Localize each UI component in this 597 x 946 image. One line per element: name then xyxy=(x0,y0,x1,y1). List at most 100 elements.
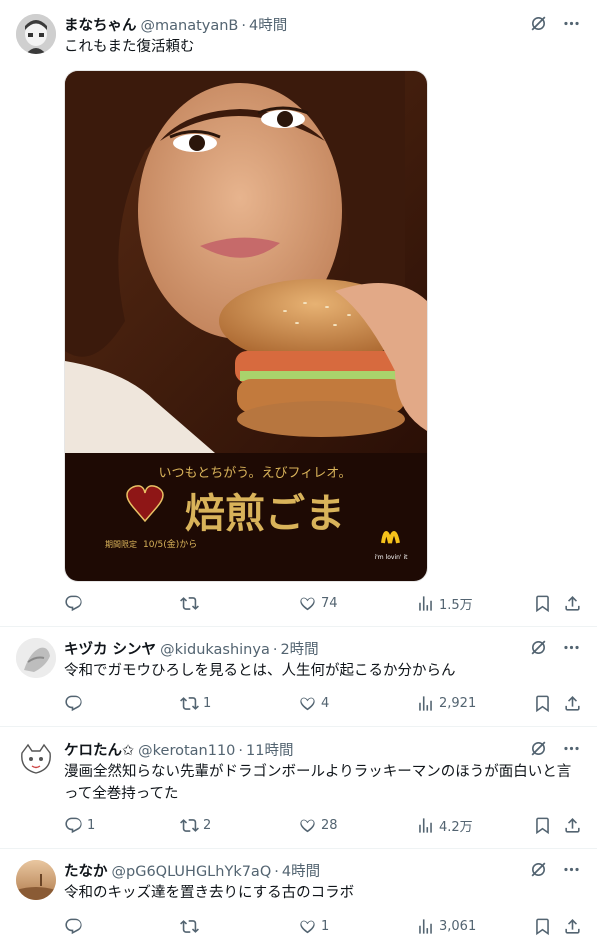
repost-count: 2 xyxy=(203,818,212,833)
like-button[interactable]: 1 xyxy=(298,917,329,936)
repost-button[interactable]: 2 xyxy=(180,816,211,835)
post-1[interactable]: まなちゃん @manatyanB · 4時間 これもまた復活頼む いつもとちがう… xyxy=(0,0,597,626)
post-media[interactable]: いつもとちがう。えびフィレオ。 焙煎ごま 期間限定 10/5(金)から i'm … xyxy=(64,70,428,582)
avatar-image-icon xyxy=(16,14,56,54)
bookmark-icon xyxy=(533,594,552,613)
views-button[interactable]: 3,061 xyxy=(416,917,476,936)
like-count: 1 xyxy=(321,919,330,934)
reply-icon xyxy=(64,594,83,613)
separator-dot: · xyxy=(274,864,279,880)
more-icon[interactable] xyxy=(562,14,581,33)
bookmark-icon xyxy=(533,816,552,835)
author-handle[interactable]: @kidukashinya xyxy=(160,642,270,658)
bookmark-icon xyxy=(533,917,552,936)
grok-icon[interactable] xyxy=(529,638,548,657)
author-name[interactable]: たなか xyxy=(64,860,108,881)
views-button[interactable]: 4.2万 xyxy=(416,816,473,835)
like-icon xyxy=(298,917,317,936)
author-name[interactable]: ケロたん✩ xyxy=(64,739,134,760)
bookmark-button[interactable] xyxy=(533,917,552,936)
repost-button[interactable] xyxy=(180,917,203,936)
bookmark-button[interactable] xyxy=(533,594,552,613)
reply-icon xyxy=(64,816,83,835)
promo-limited: 期間限定 xyxy=(105,539,137,549)
reply-button[interactable] xyxy=(64,917,87,936)
like-button[interactable]: 4 xyxy=(298,694,329,713)
view-count: 4.2万 xyxy=(439,820,473,835)
post-top-actions xyxy=(529,860,581,879)
view-count: 3,061 xyxy=(439,919,477,934)
reply-icon xyxy=(64,694,83,713)
views-icon xyxy=(416,594,435,613)
reply-button[interactable]: 1 xyxy=(64,816,95,835)
post-actions: 1 3,061 xyxy=(64,917,584,939)
views-icon xyxy=(416,816,435,835)
avatar-image-icon xyxy=(16,739,56,779)
promo-image: いつもとちがう。えびフィレオ。 焙煎ごま 期間限定 10/5(金)から i'm … xyxy=(65,71,427,581)
post-4[interactable]: たなか @pG6QLUHGLhYk7aQ · 4時間 令和のキッズ達を置き去りに… xyxy=(0,849,597,946)
post-time[interactable]: 11時間 xyxy=(246,739,293,760)
more-icon[interactable] xyxy=(562,860,581,879)
like-button[interactable]: 28 xyxy=(298,816,338,835)
promo-date: 10/5(金)から xyxy=(143,538,197,550)
avatar[interactable] xyxy=(16,638,56,678)
reply-count: 1 xyxy=(87,818,96,833)
repost-icon xyxy=(180,694,199,713)
post-text: 令和でガモウひろしを見るとは、人生何が起こるか分からん xyxy=(64,663,456,679)
post-header: まなちゃん @manatyanB · 4時間 xyxy=(64,14,287,34)
reply-button[interactable] xyxy=(64,694,87,713)
author-handle[interactable]: @pG6QLUHGLhYk7aQ xyxy=(112,864,272,880)
avatar[interactable] xyxy=(16,14,56,54)
share-icon xyxy=(563,694,582,713)
avatar[interactable] xyxy=(16,860,56,900)
grok-icon[interactable] xyxy=(529,14,548,33)
avatar-image-icon xyxy=(16,860,56,900)
reply-button[interactable] xyxy=(64,594,87,613)
like-icon xyxy=(298,816,317,835)
grok-icon[interactable] xyxy=(529,739,548,758)
separator-dot: · xyxy=(241,18,246,34)
share-button[interactable] xyxy=(563,594,582,613)
post-time[interactable]: 4時間 xyxy=(282,860,320,881)
share-icon xyxy=(563,816,582,835)
share-button[interactable] xyxy=(563,694,582,713)
post-time[interactable]: 4時間 xyxy=(249,14,287,35)
author-name[interactable]: キヅカ シンヤ xyxy=(64,638,156,659)
avatar[interactable] xyxy=(16,739,56,779)
author-name[interactable]: まなちゃん xyxy=(64,14,137,35)
post-header: ケロたん✩ @kerotan110 · 11時間 xyxy=(64,739,293,759)
author-handle[interactable]: @kerotan110 xyxy=(138,743,235,759)
post-actions: 74 1.5万 xyxy=(64,594,584,616)
post-top-actions xyxy=(529,14,581,33)
post-time[interactable]: 2時間 xyxy=(280,638,318,659)
author-handle[interactable]: @manatyanB xyxy=(141,18,239,34)
grok-icon[interactable] xyxy=(529,860,548,879)
repost-icon xyxy=(180,594,199,613)
like-button[interactable]: 74 xyxy=(298,594,338,613)
post-top-actions xyxy=(529,638,581,657)
share-button[interactable] xyxy=(563,816,582,835)
more-icon[interactable] xyxy=(562,739,581,758)
views-button[interactable]: 2,921 xyxy=(416,694,476,713)
views-button[interactable]: 1.5万 xyxy=(416,594,473,613)
repost-button[interactable]: 1 xyxy=(180,694,211,713)
like-count: 74 xyxy=(321,596,338,611)
share-icon xyxy=(563,917,582,936)
view-count: 2,921 xyxy=(439,696,477,711)
post-text: 令和のキッズ達を置き去りにする古のコラボ xyxy=(64,885,355,901)
post-top-actions xyxy=(529,739,581,758)
share-button[interactable] xyxy=(563,917,582,936)
repost-button[interactable] xyxy=(180,594,203,613)
repost-icon xyxy=(180,816,199,835)
bookmark-button[interactable] xyxy=(533,694,552,713)
promo-slogan: i'm lovin' it xyxy=(374,554,408,561)
post-header: キヅカ シンヤ @kidukashinya · 2時間 xyxy=(64,638,319,658)
bookmark-button[interactable] xyxy=(533,816,552,835)
post-3[interactable]: ケロたん✩ @kerotan110 · 11時間 漫画全然知らない先輩がドラゴン… xyxy=(0,727,597,848)
promo-tagline: いつもとちがう。えびフィレオ。 xyxy=(159,466,352,481)
more-icon[interactable] xyxy=(562,638,581,657)
post-actions: 1 2 28 4.2万 xyxy=(64,816,584,838)
repost-icon xyxy=(180,917,199,936)
avatar-image-icon xyxy=(16,638,56,678)
post-2[interactable]: キヅカ シンヤ @kidukashinya · 2時間 令和でガモウひろしを見る… xyxy=(0,627,597,726)
